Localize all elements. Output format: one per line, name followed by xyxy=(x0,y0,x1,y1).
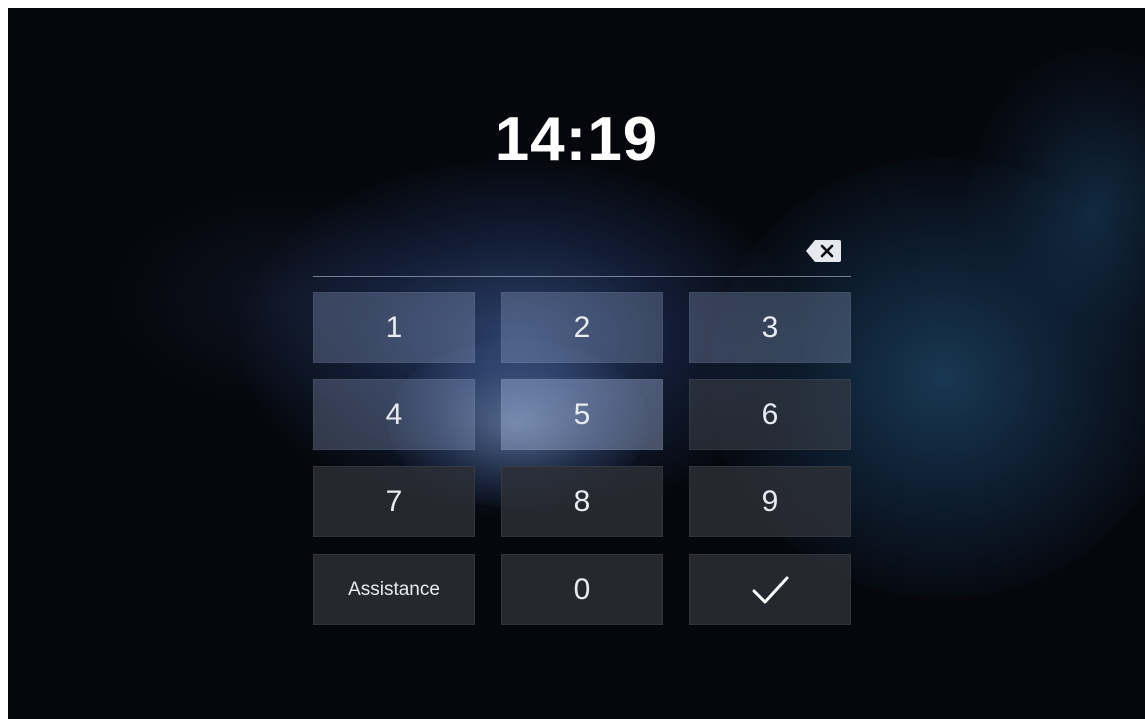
key-9[interactable]: 9 xyxy=(689,466,851,537)
clock-time: 14:19 xyxy=(494,105,659,174)
key-label: 0 xyxy=(573,572,591,606)
key-5[interactable]: 5 xyxy=(501,379,663,450)
key-7[interactable]: 7 xyxy=(313,466,475,537)
keypad: 1 2 3 4 5 6 7 8 9 Assistance 0 xyxy=(313,292,851,625)
key-label: 6 xyxy=(761,397,779,431)
key-label: 4 xyxy=(385,397,403,431)
key-label: 2 xyxy=(573,310,591,344)
checkmark-icon xyxy=(752,576,789,603)
key-8[interactable]: 8 xyxy=(501,466,663,537)
key-label: 3 xyxy=(761,310,779,344)
key-1[interactable]: 1 xyxy=(313,292,475,363)
key-label: 9 xyxy=(761,484,779,518)
key-2[interactable]: 2 xyxy=(501,292,663,363)
background-glow xyxy=(968,48,1145,368)
key-label: 7 xyxy=(385,484,403,518)
confirm-button[interactable] xyxy=(689,554,851,625)
key-label: 8 xyxy=(573,484,591,518)
key-label: 5 xyxy=(573,397,591,431)
assistance-label: Assistance xyxy=(348,578,440,600)
key-6[interactable]: 6 xyxy=(689,379,851,450)
key-3[interactable]: 3 xyxy=(689,292,851,363)
key-label: 1 xyxy=(385,310,403,344)
pin-input-field[interactable] xyxy=(313,234,851,277)
backspace-button[interactable] xyxy=(805,237,843,265)
key-4[interactable]: 4 xyxy=(313,379,475,450)
key-0[interactable]: 0 xyxy=(501,554,663,625)
lock-screen: 14:19 1 2 3 4 5 6 7 8 9 Assistance 0 xyxy=(8,8,1145,719)
assistance-button[interactable]: Assistance xyxy=(313,554,475,625)
backspace-icon xyxy=(806,240,841,262)
